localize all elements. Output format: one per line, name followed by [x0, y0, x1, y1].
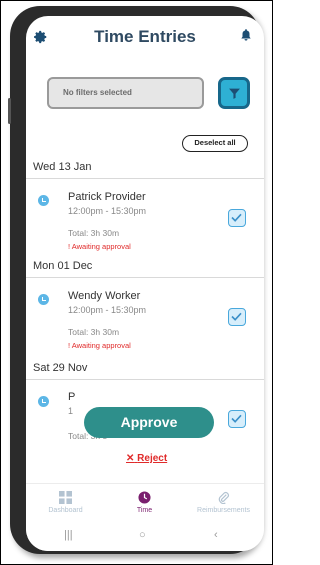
app-screen: Time Entries No filters selected Deselec…	[26, 16, 264, 551]
checkmark-icon	[231, 213, 242, 222]
nav-label: Reimbursements	[197, 507, 250, 514]
back-button[interactable]: ‹	[214, 529, 218, 541]
entry-checkbox[interactable]	[228, 308, 246, 326]
nav-label: Dashboard	[48, 507, 83, 514]
entry-checkbox[interactable]	[228, 410, 246, 428]
paperclip-icon	[218, 491, 230, 504]
date-header: Wed 13 Jan	[33, 161, 92, 173]
bottom-nav: Dashboard Time Reimbursements	[26, 483, 264, 524]
entry-status: ! Awaiting approval	[68, 341, 131, 350]
entry-worker-name: Wendy Worker	[68, 290, 141, 302]
nav-time[interactable]: Time	[105, 484, 184, 524]
reject-label: Reject	[137, 453, 168, 464]
phone-side-button	[8, 98, 11, 124]
date-header: Mon 01 Dec	[33, 260, 93, 272]
approve-button[interactable]: Approve	[84, 407, 214, 438]
entry-status: ! Awaiting approval	[68, 242, 131, 251]
entry-time-range: 12:00pm - 15:30pm	[68, 206, 147, 216]
filter-summary[interactable]: No filters selected	[47, 77, 204, 109]
recent-apps-button[interactable]: |||	[64, 529, 73, 541]
home-button[interactable]: ○	[139, 529, 146, 541]
deselect-all-button[interactable]: Deselect all	[182, 135, 248, 152]
bell-icon[interactable]	[240, 28, 252, 42]
system-navigation-bar: ||| ○ ‹	[26, 523, 264, 551]
filter-icon	[229, 88, 240, 99]
clock-icon	[138, 491, 151, 504]
checkmark-icon	[231, 312, 242, 321]
clock-icon	[38, 396, 49, 407]
phone-device: Time Entries No filters selected Deselec…	[8, 6, 264, 554]
reject-button[interactable]: ✕ Reject	[126, 453, 167, 464]
date-header: Sat 29 Nov	[33, 362, 88, 374]
checkmark-icon	[231, 414, 242, 423]
page-title: Time Entries	[94, 27, 196, 46]
filter-summary-text: No filters selected	[63, 88, 132, 97]
dashboard-icon	[59, 491, 72, 504]
clock-icon	[38, 294, 49, 305]
entry-total: Total: 3h 30m	[68, 327, 120, 337]
nav-label: Time	[136, 507, 153, 514]
entry-total: Total: 3h 30m	[68, 228, 120, 238]
clock-icon	[38, 195, 49, 206]
header: Time Entries	[26, 16, 264, 56]
entry-time-range: 12:00pm - 15:30pm	[68, 305, 147, 315]
nav-reimbursements[interactable]: Reimbursements	[184, 484, 263, 524]
entry-worker-name: P	[68, 391, 76, 403]
filter-button[interactable]	[218, 77, 250, 109]
nav-dashboard[interactable]: Dashboard	[26, 484, 105, 524]
divider	[26, 178, 264, 179]
close-icon: ✕	[126, 453, 135, 464]
entry-checkbox[interactable]	[228, 209, 246, 227]
entry-time-range: 1	[68, 406, 74, 416]
entry-worker-name: Patrick Provider	[68, 191, 146, 203]
divider	[26, 379, 264, 380]
divider	[26, 277, 264, 278]
